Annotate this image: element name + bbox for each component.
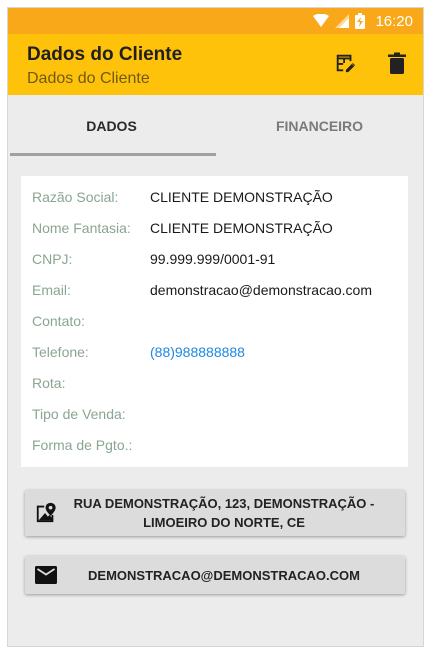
field-value: CLIENTE DEMONSTRAÇÃO	[150, 189, 333, 205]
address-line-2: LIMOEIRO DO NORTE, CE	[143, 515, 305, 530]
field-row-email: Email: demonstracao@demonstracao.com	[32, 279, 402, 301]
page-subtitle: Dados do Cliente	[27, 70, 150, 87]
signal-icon	[335, 14, 350, 28]
map-pin-icon	[35, 502, 57, 524]
tab-financeiro[interactable]: FINANCEIRO	[216, 95, 423, 157]
address-button[interactable]: RUA DEMONSTRAÇÃO, 123, DEMONSTRAÇÃO - LI…	[25, 490, 405, 536]
field-row-contato: Contato:	[32, 310, 402, 332]
field-row-forma-de-pgto: Forma de Pgto.:	[32, 434, 402, 456]
field-label: Tipo de Venda:	[32, 406, 126, 422]
field-label: Razão Social:	[32, 189, 119, 205]
field-label: Telefone:	[32, 344, 89, 360]
field-label: Forma de Pgto.:	[32, 437, 133, 453]
address-text: RUA DEMONSTRAÇÃO, 123, DEMONSTRAÇÃO - LI…	[25, 494, 405, 532]
field-label: Email:	[32, 282, 71, 298]
edit-button[interactable]	[330, 50, 360, 80]
app-screen: 16:20 Dados do Cliente Dados do Cliente	[8, 8, 423, 646]
battery-charging-icon	[355, 13, 366, 29]
tab-bar: DADOS FINANCEIRO	[8, 95, 423, 157]
page-title: Dados do Cliente	[27, 44, 183, 65]
client-details-card: Razão Social: CLIENTE DEMONSTRAÇÃO Nome …	[21, 176, 408, 467]
delete-icon	[387, 52, 407, 79]
address-line-1: RUA DEMONSTRAÇÃO, 123, DEMONSTRAÇÃO -	[73, 496, 375, 511]
app-bar: Dados do Cliente Dados do Cliente	[8, 34, 423, 95]
field-label: Rota:	[32, 375, 66, 391]
delete-button[interactable]	[382, 50, 412, 80]
field-row-cnpj: CNPJ: 99.999.999/0001-91	[32, 248, 402, 270]
field-value: CLIENTE DEMONSTRAÇÃO	[150, 220, 333, 236]
field-row-telefone: Telefone: (88)988888888	[32, 341, 402, 363]
tab-dados[interactable]: DADOS	[8, 95, 215, 157]
field-row-tipo-de-venda: Tipo de Venda:	[32, 403, 402, 425]
clock: 16:20	[375, 12, 413, 30]
field-label: Contato:	[32, 313, 85, 329]
field-row-razao-social: Razão Social: CLIENTE DEMONSTRAÇÃO	[32, 186, 402, 208]
field-value: demonstracao@demonstracao.com	[150, 282, 372, 298]
status-bar: 16:20	[8, 8, 423, 34]
field-value: 99.999.999/0001-91	[150, 251, 276, 267]
wifi-icon	[313, 14, 330, 28]
field-row-rota: Rota:	[32, 372, 402, 394]
field-row-nome-fantasia: Nome Fantasia: CLIENTE DEMONSTRAÇÃO	[32, 217, 402, 239]
mail-icon	[35, 566, 57, 584]
active-tab-indicator	[10, 153, 216, 156]
field-label: CNPJ:	[32, 251, 73, 267]
phone-link[interactable]: (88)988888888	[150, 344, 245, 360]
edit-table-icon	[334, 52, 356, 79]
email-button[interactable]: DEMONSTRACAO@DEMONSTRACAO.COM	[25, 556, 405, 594]
email-button-label: DEMONSTRACAO@DEMONSTRACAO.COM	[88, 567, 360, 583]
field-label: Nome Fantasia:	[32, 220, 131, 236]
